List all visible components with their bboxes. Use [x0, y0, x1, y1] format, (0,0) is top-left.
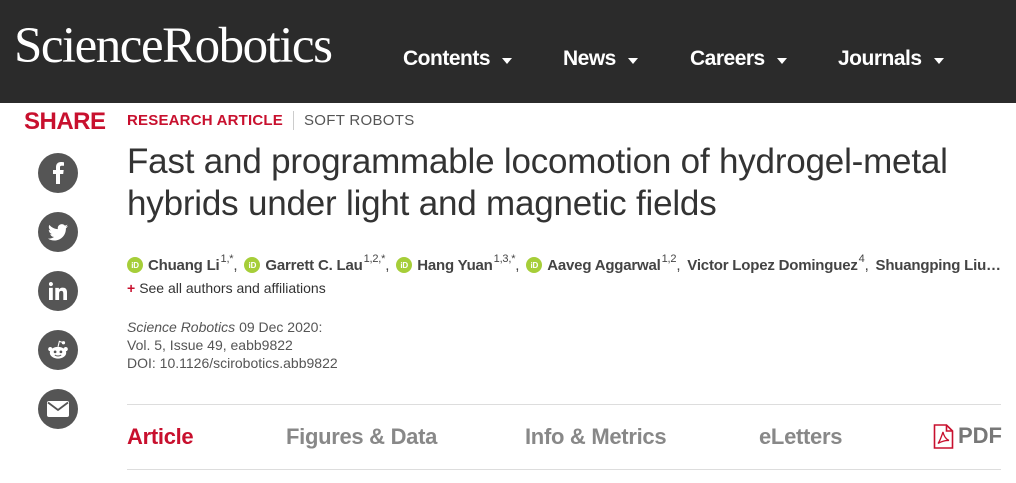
chevron-down-icon: [776, 57, 787, 64]
divider: [127, 469, 1001, 470]
subject-link[interactable]: SOFT ROBOTS: [304, 112, 415, 129]
author-list: iD Chuang Li 1,* , iD Garrett C. Lau 1,2,*…: [127, 254, 1001, 276]
email-icon: [47, 401, 69, 417]
pdf-icon: [933, 423, 954, 449]
divider: [292, 111, 294, 130]
author-name: Victor Lopez Dominguez: [687, 256, 858, 274]
publication-info: Science Robotics 09 Dec 2020: Vol. 5, Is…: [127, 318, 338, 372]
nav-journals[interactable]: Journals: [838, 47, 944, 71]
doi: DOI: 10.1126/scirobotics.abb9822: [127, 355, 338, 371]
share-heading: SHARE: [24, 108, 106, 135]
tab-pdf-label: PDF: [958, 423, 1002, 448]
twitter-share-button[interactable]: [38, 212, 78, 252]
author-link[interactable]: Victor Lopez Dominguez 4: [687, 254, 865, 274]
twitter-icon: [48, 223, 68, 240]
email-share-button[interactable]: [38, 389, 78, 429]
author-ellipsis: …: [986, 256, 1001, 274]
see-all-authors-label: See all authors and affiliations: [139, 280, 326, 296]
article-type-link[interactable]: RESEARCH ARTICLE: [127, 112, 283, 129]
volume-issue: Vol. 5, Issue 49, eabb9822: [127, 337, 293, 353]
chevron-down-icon: [627, 57, 638, 64]
chevron-down-icon: [502, 57, 512, 64]
tab-article[interactable]: Article: [127, 424, 194, 450]
author-name: Chuang Li: [148, 256, 220, 274]
nav-news[interactable]: News: [563, 47, 638, 71]
nav-contents[interactable]: Contents: [403, 47, 512, 71]
author-link[interactable]: Shuangping Liu…: [876, 257, 1001, 274]
reddit-share-button[interactable]: [38, 330, 78, 370]
linkedin-icon: [49, 282, 67, 300]
author-name: Hang Yuan: [417, 256, 493, 274]
article-type-row: RESEARCH ARTICLE SOFT ROBOTS: [127, 111, 415, 130]
author-affiliation: 1,2: [661, 254, 677, 265]
author-link[interactable]: iD Chuang Li 1,*: [127, 254, 234, 274]
author-name: Shuangping Liu: [875, 256, 987, 274]
nav-careers[interactable]: Careers: [690, 47, 787, 71]
tab-eletters[interactable]: eLetters: [759, 424, 843, 450]
author-affiliation: 4: [858, 254, 865, 265]
citation-line: Science Robotics 09 Dec 2020:: [127, 318, 338, 336]
facebook-share-button[interactable]: [38, 153, 78, 193]
publication-date: 09 Dec 2020:: [239, 319, 323, 335]
chevron-down-icon: [933, 57, 944, 64]
see-all-authors-link[interactable]: + See all authors and affiliations: [127, 280, 326, 296]
author-affiliation: 1,2,*: [363, 254, 386, 265]
site-logo[interactable]: ScienceRobotics: [14, 16, 333, 76]
author-affiliation: 1,*: [220, 254, 234, 265]
author-name: Garrett C. Lau: [265, 256, 363, 274]
journal-name: Science Robotics: [127, 319, 236, 335]
tab-pdf[interactable]: PDF: [933, 423, 1002, 449]
nav-contents-label: Contents: [403, 47, 491, 70]
author-name: Aaveg Aggarwal: [547, 256, 661, 274]
reddit-icon: [48, 340, 68, 359]
author-link[interactable]: iD Garrett C. Lau 1,2,*: [244, 254, 386, 274]
linkedin-share-button[interactable]: [38, 271, 78, 311]
nav-journals-label: Journals: [838, 47, 922, 70]
facebook-icon: [53, 162, 64, 184]
nav-news-label: News: [563, 47, 616, 70]
orcid-icon[interactable]: iD: [526, 257, 543, 273]
site-header: ScienceRobotics Contents News Careers Jo…: [0, 0, 1016, 103]
plus-icon: +: [127, 280, 136, 296]
tab-figures-data[interactable]: Figures & Data: [286, 424, 437, 450]
divider: [127, 404, 1001, 405]
orcid-icon[interactable]: iD: [244, 257, 261, 273]
orcid-icon[interactable]: iD: [127, 257, 143, 273]
tab-info-metrics[interactable]: Info & Metrics: [525, 424, 667, 450]
article-title: Fast and programmable locomotion of hydr…: [127, 142, 948, 223]
author-link[interactable]: iD Hang Yuan 1,3,*: [396, 254, 516, 274]
author-link[interactable]: iD Aaveg Aggarwal 1,2: [526, 254, 677, 274]
nav-careers-label: Careers: [690, 47, 765, 70]
orcid-icon[interactable]: iD: [396, 257, 413, 273]
author-affiliation: 1,3,*: [493, 254, 516, 265]
